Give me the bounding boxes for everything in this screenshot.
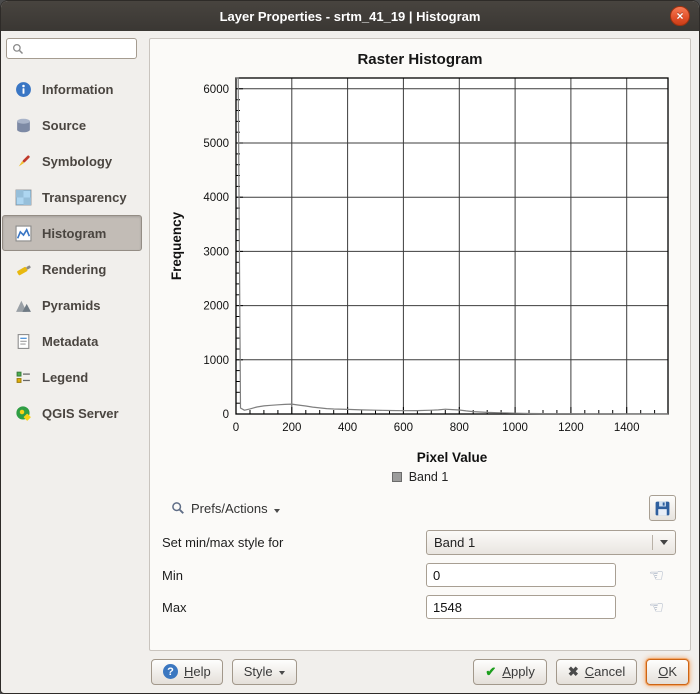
info-icon [12, 79, 34, 99]
sidebar-item-label: Information [42, 82, 114, 97]
source-icon [12, 115, 34, 135]
max-input[interactable] [426, 595, 616, 619]
prefs-actions-label: Prefs/Actions [191, 501, 268, 516]
svg-text:Pixel Value: Pixel Value [417, 450, 488, 465]
cancel-label: Cancel [585, 664, 625, 679]
svg-text:4000: 4000 [203, 192, 229, 204]
save-icon [654, 500, 671, 517]
sidebar-item-symbology[interactable]: Symbology [2, 143, 142, 179]
sidebar-item-label: Metadata [42, 334, 98, 349]
symbology-icon [12, 151, 34, 171]
close-button[interactable]: × [670, 6, 690, 26]
titlebar: Layer Properties - srtm_41_19 | Histogra… [1, 1, 699, 31]
svg-text:2000: 2000 [203, 301, 229, 313]
min-label: Min [162, 568, 426, 583]
chart-legend: Band 1 [158, 470, 682, 484]
sidebar-item-legend[interactable]: Legend [2, 359, 142, 395]
rendering-icon [12, 259, 34, 279]
dialog-button-row: ? Help Style ✔ Apply ✖ Cancel OK [149, 651, 691, 687]
max-load-hand-icon[interactable]: ☜ [649, 599, 664, 616]
chart-title: Raster Histogram [158, 51, 682, 68]
band1-legend-label: Band 1 [409, 470, 449, 484]
apply-label: Apply [502, 664, 535, 679]
magnifier-icon [171, 501, 185, 515]
svg-text:1000: 1000 [502, 422, 528, 434]
ok-button[interactable]: OK [646, 659, 689, 685]
svg-text:3000: 3000 [203, 246, 229, 258]
svg-text:Frequency: Frequency [169, 211, 184, 280]
chevron-down-icon [274, 509, 280, 513]
layer-properties-window: Layer Properties - srtm_41_19 | Histogra… [0, 0, 700, 694]
sidebar-item-label: Histogram [42, 226, 106, 241]
sidebar-item-pyramids[interactable]: Pyramids [2, 287, 142, 323]
sidebar-item-label: Symbology [42, 154, 112, 169]
ok-label: OK [658, 664, 677, 679]
main-area: Raster Histogram 0 200 400 600 800 1000 1200 14… [143, 31, 699, 693]
svg-text:600: 600 [394, 422, 413, 434]
sidebar-item-metadata[interactable]: Metadata [2, 323, 142, 359]
sidebar-search-input[interactable] [28, 42, 132, 56]
chevron-down-icon [660, 540, 668, 545]
sidebar-item-label: Pyramids [42, 298, 101, 313]
svg-text:5000: 5000 [203, 138, 229, 150]
sidebar-item-transparency[interactable]: Transparency [2, 179, 142, 215]
svg-text:1200: 1200 [558, 422, 584, 434]
sidebar-item-label: Source [42, 118, 86, 133]
apply-check-icon: ✔ [485, 664, 496, 680]
sidebar-item-information[interactable]: Information [2, 71, 142, 107]
window-title: Layer Properties - srtm_41_19 | Histogra… [220, 9, 481, 24]
min-load-hand-icon[interactable]: ☜ [649, 567, 664, 584]
qgis-server-icon [12, 403, 34, 423]
prefs-actions-button[interactable]: Prefs/Actions [162, 497, 289, 520]
min-input[interactable] [426, 563, 616, 587]
sidebar-item-label: Rendering [42, 262, 106, 277]
sidebar-item-source[interactable]: Source [2, 107, 142, 143]
sidebar-item-histogram[interactable]: Histogram [2, 215, 142, 251]
help-icon: ? [163, 664, 178, 679]
histogram-panel: Raster Histogram 0 200 400 600 800 1000 1200 14… [149, 38, 691, 651]
set-minmax-label: Set min/max style for [162, 535, 426, 550]
svg-text:0: 0 [223, 409, 229, 421]
style-button[interactable]: Style [232, 659, 297, 685]
pyramids-icon [12, 295, 34, 315]
style-label: Style [244, 664, 273, 679]
svg-text:6000: 6000 [203, 84, 229, 96]
transparency-icon [12, 187, 34, 207]
legend-icon [12, 367, 34, 387]
apply-button[interactable]: ✔ Apply [473, 659, 546, 685]
sidebar-item-qgis-server[interactable]: QGIS Server [2, 395, 142, 431]
sidebar-item-rendering[interactable]: Rendering [2, 251, 142, 287]
search-icon [11, 39, 25, 59]
max-label: Max [162, 600, 426, 615]
band1-swatch [392, 472, 402, 482]
save-histogram-button[interactable] [649, 495, 676, 521]
sidebar-item-label: Transparency [42, 190, 127, 205]
band-select-value: Band 1 [434, 535, 475, 550]
help-label: Help [184, 664, 211, 679]
svg-text:200: 200 [282, 422, 301, 434]
sidebar-item-label: Legend [42, 370, 88, 385]
svg-text:400: 400 [338, 422, 357, 434]
raster-histogram-chart[interactable]: 0 200 400 600 800 1000 1200 1400 0 1000 2000 3000 40… [158, 68, 682, 470]
histogram-icon [12, 223, 34, 243]
band-select[interactable]: Band 1 [426, 530, 676, 555]
svg-text:800: 800 [450, 422, 469, 434]
sidebar: Information Source Symbology Transparenc… [1, 31, 143, 693]
chevron-down-icon [279, 671, 285, 675]
metadata-icon [12, 331, 34, 351]
sidebar-item-label: QGIS Server [42, 406, 119, 421]
cancel-button[interactable]: ✖ Cancel [556, 659, 637, 685]
svg-text:1400: 1400 [614, 422, 640, 434]
svg-text:0: 0 [233, 422, 239, 434]
combo-separator [652, 535, 653, 550]
help-button[interactable]: ? Help [151, 659, 223, 685]
cancel-x-icon: ✖ [568, 664, 579, 680]
sidebar-search[interactable] [6, 38, 137, 59]
svg-text:1000: 1000 [203, 355, 229, 367]
close-icon: × [676, 9, 683, 23]
